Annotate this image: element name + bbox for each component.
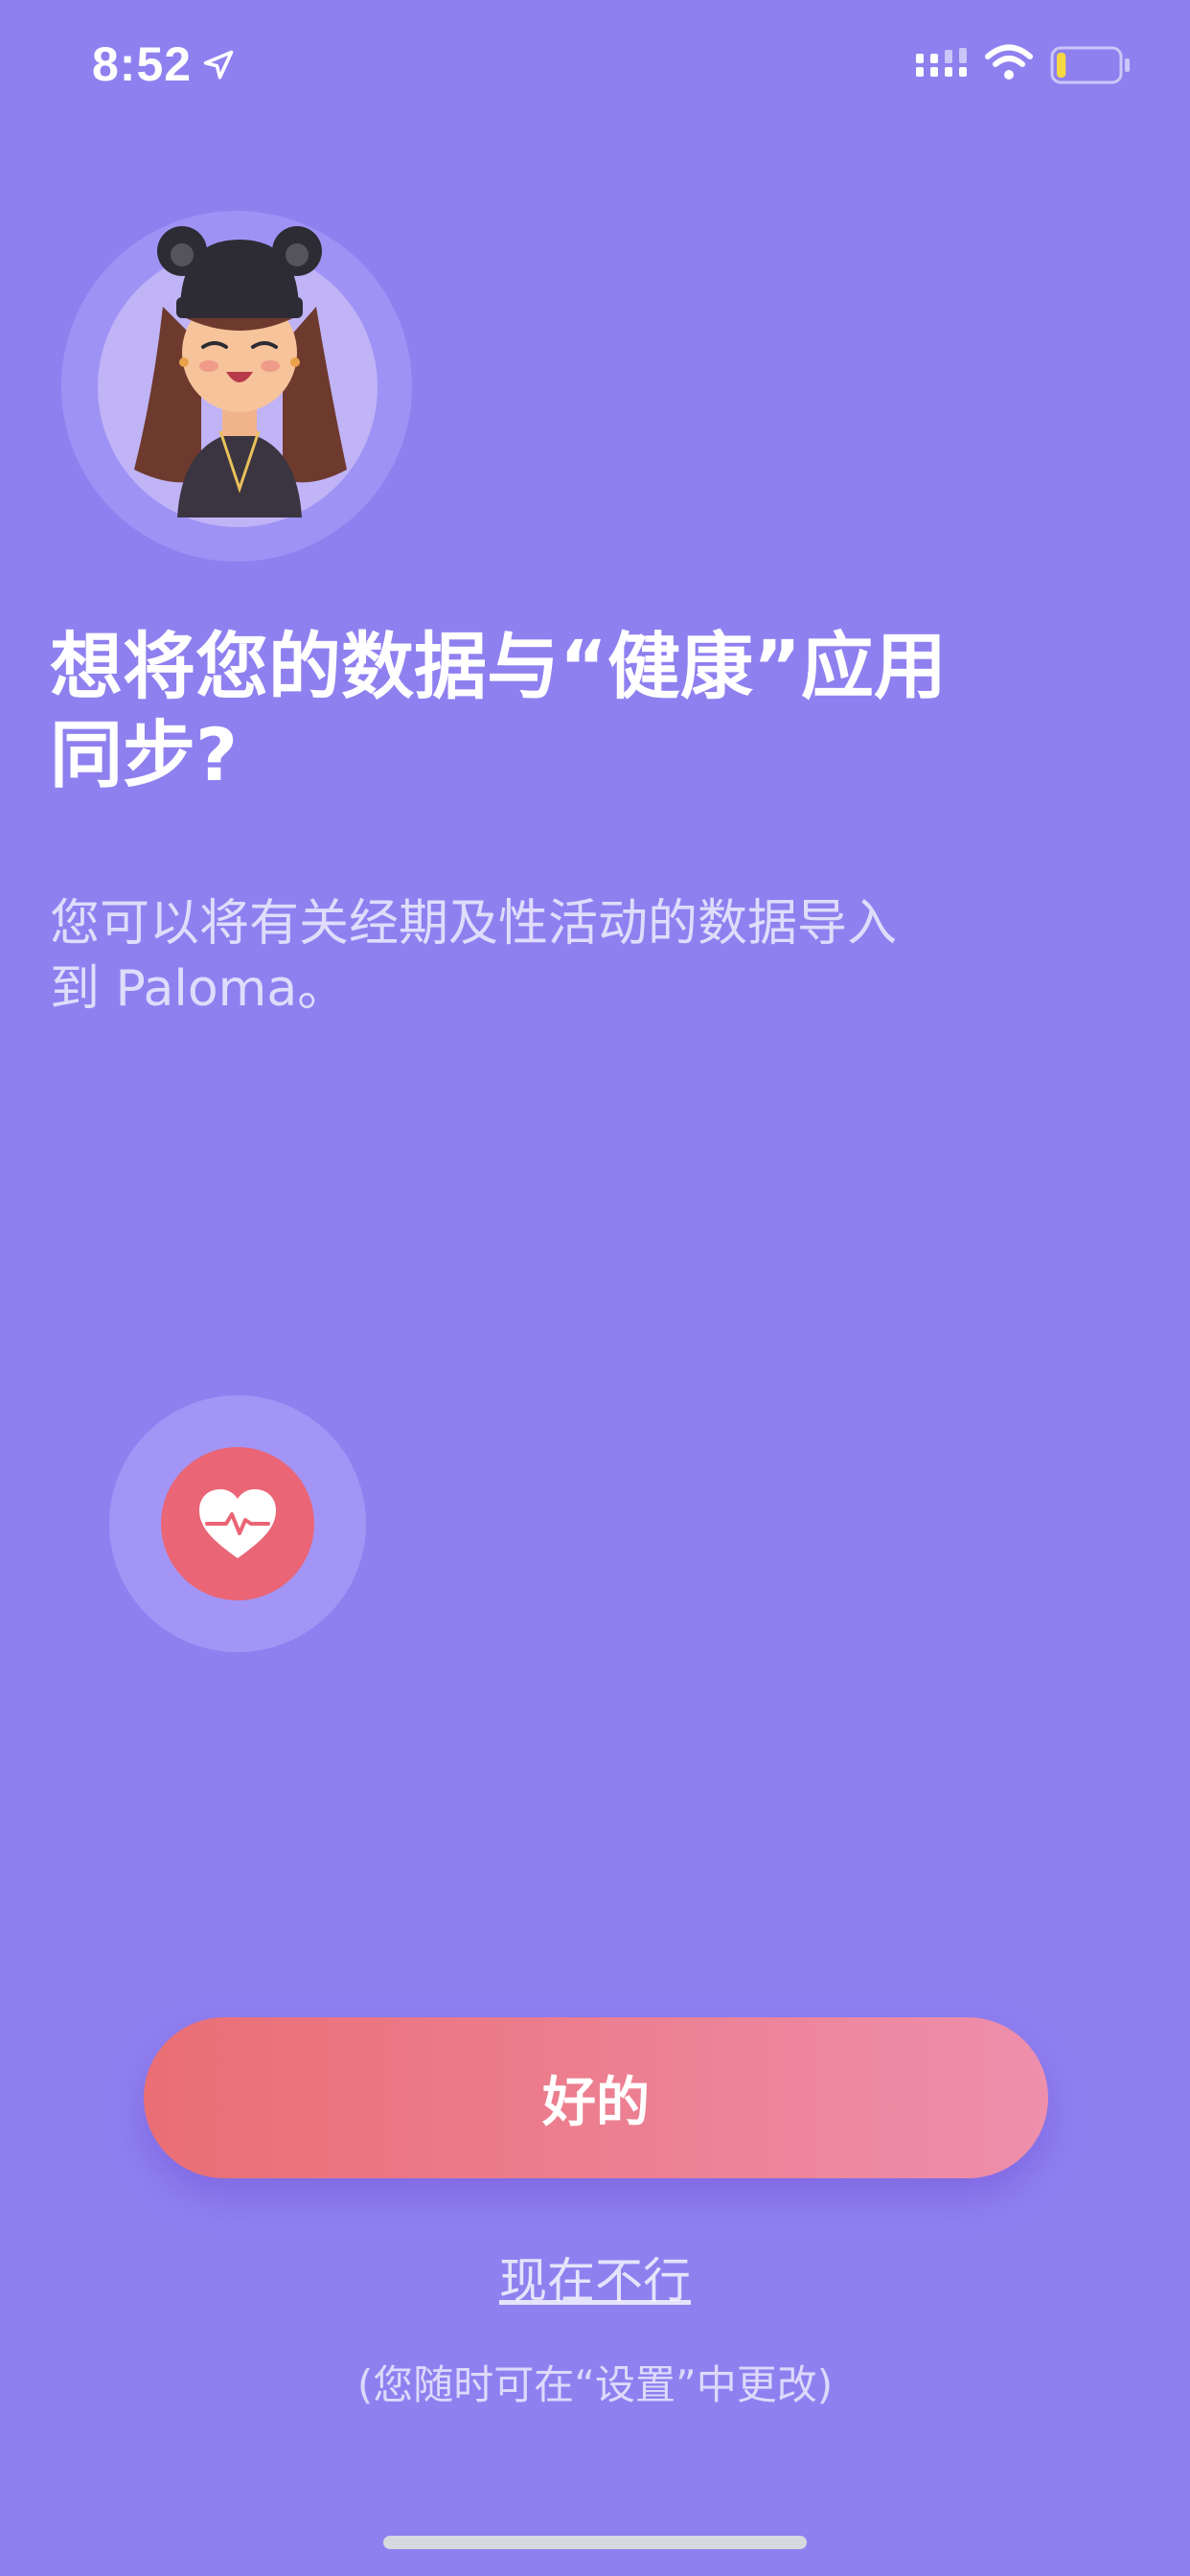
heart-pulse-icon [199, 1489, 276, 1558]
home-indicator[interactable] [383, 2536, 807, 2549]
signal-icon [916, 48, 967, 77]
status-time: 8:52 [92, 37, 193, 91]
page-title-line-2: 同步? [50, 712, 239, 797]
page-subtitle-line-2: 到 Paloma。 [50, 960, 348, 1018]
health-app-badge [161, 1447, 314, 1600]
ok-button[interactable]: 好的 [144, 2017, 1048, 2178]
page-title-line-1: 想将您的数据与“健康”应用 [50, 624, 947, 709]
page-subtitle-line-1: 您可以将有关经期及性活动的数据导入 [50, 895, 898, 953]
avatar-illustration [134, 226, 347, 518]
wifi-icon [985, 44, 1033, 80]
settings-hint: (您随时可在“设置”中更改) [356, 2361, 834, 2408]
page-title: 想将您的数据与“健康”应用 同步? [50, 623, 1008, 799]
location-arrow-icon [203, 50, 234, 80]
not-now-link[interactable]: 现在不行 [0, 2242, 1190, 2312]
page-subtitle: 您可以将有关经期及性活动的数据导入 到 Paloma。 [50, 891, 1008, 1022]
battery-icon [1050, 46, 1130, 84]
